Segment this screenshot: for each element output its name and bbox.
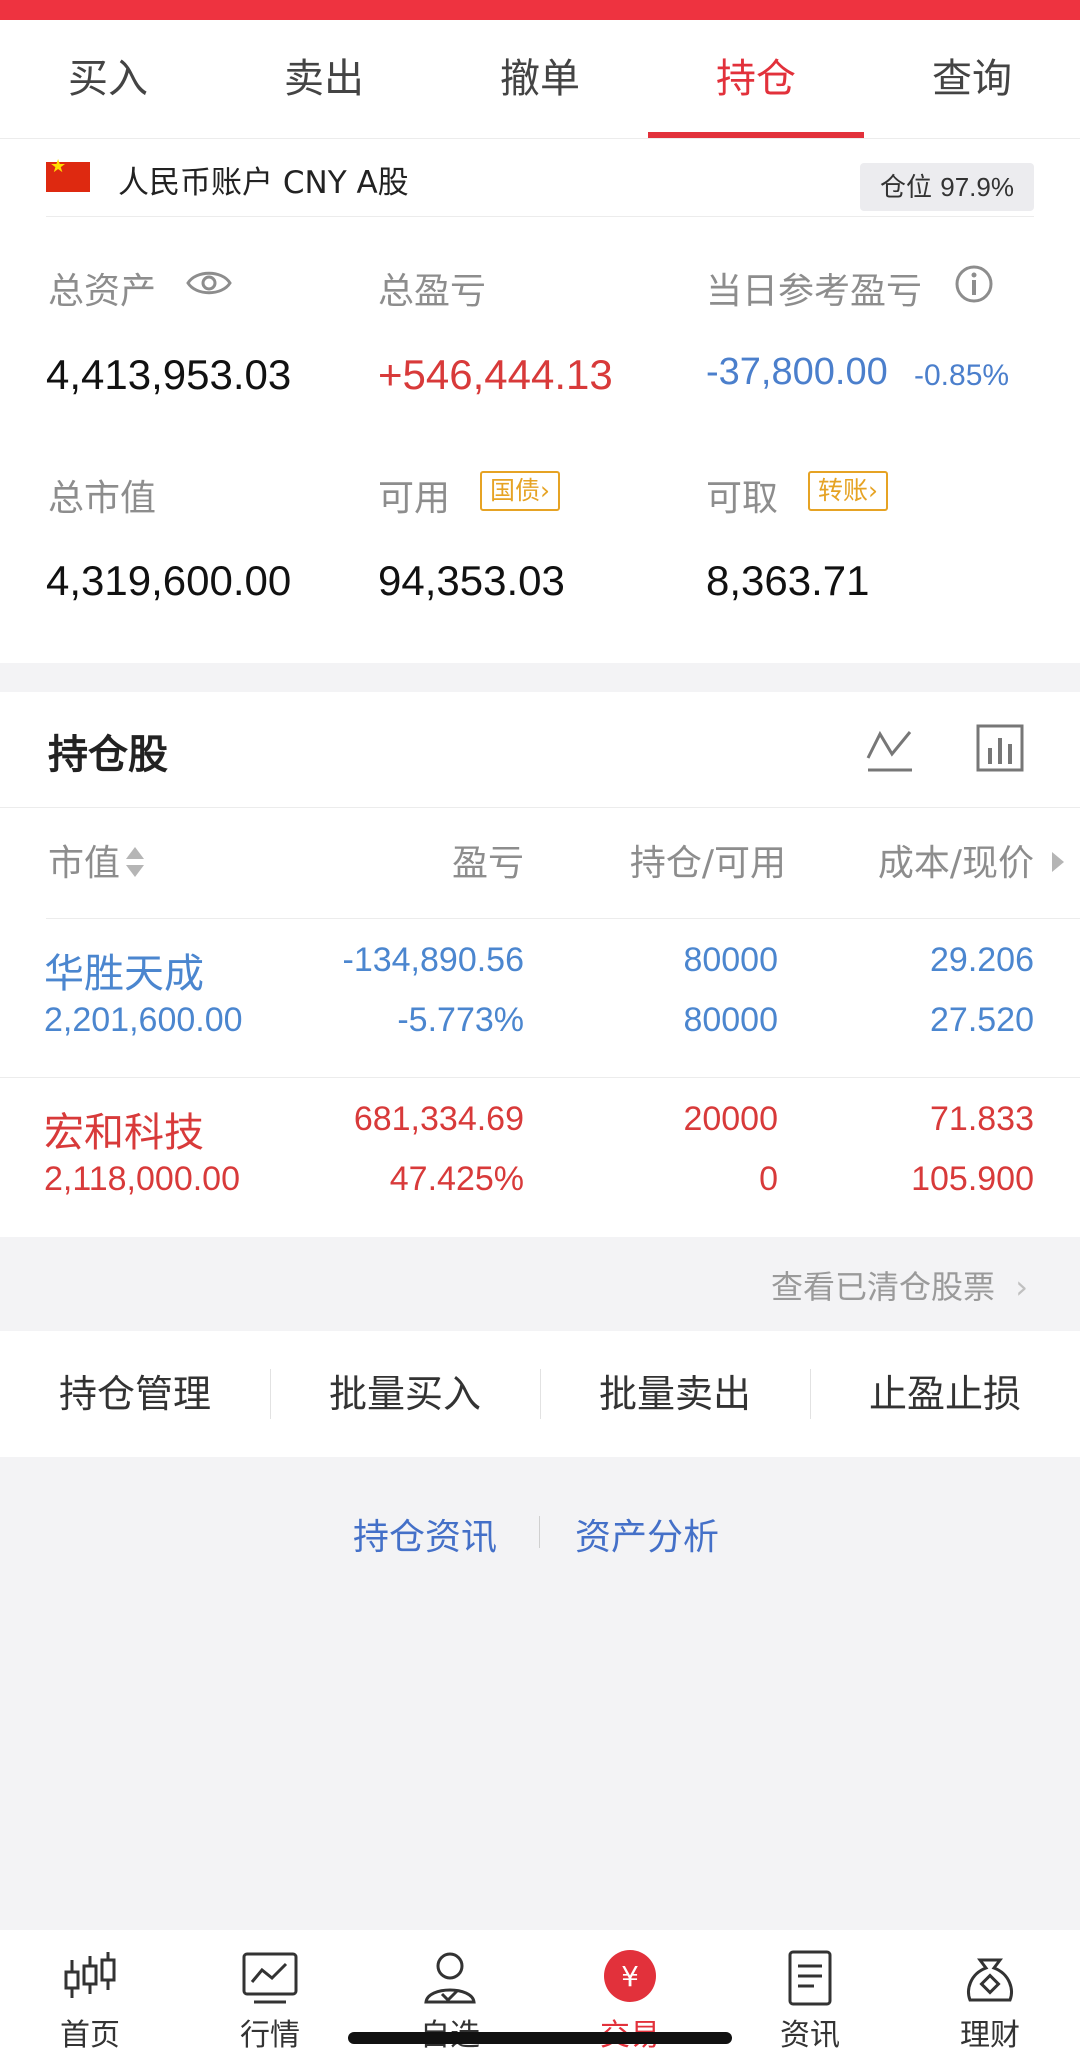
holdings-title: 持仓股 [48,732,168,778]
batch-sell-button[interactable]: 批量卖出 [540,1331,810,1457]
stock-price: 105.900 [911,1160,1034,1198]
withdrawable-value: 8,363.71 [706,557,870,604]
chart-monitor-icon [242,1952,298,2004]
nav-label: 资讯 [780,2018,840,2053]
nav-trade[interactable]: ¥ 交易 [540,1930,720,2067]
nav-label: 首页 [60,2018,120,2053]
treasury-bond-label: 国债 [490,476,541,505]
stock-pnl-percent: 47.425% [389,1160,524,1198]
stock-cost: 71.833 [930,1100,1034,1138]
info-icon[interactable] [954,264,994,304]
account-name[interactable]: 人民币账户 CNY A股 [118,157,409,202]
available-value: 94,353.03 [378,557,565,604]
view-cleared-stocks-link[interactable]: 查看已清仓股票 › [771,1262,1028,1308]
stock-available: 0 [759,1160,778,1198]
user-check-icon [424,1952,476,2004]
trend-chart-icon[interactable] [864,724,916,776]
stock-position: 80000 [683,941,778,979]
bar-chart-icon[interactable] [974,722,1026,774]
daily-pnl-value: -37,800.00 [706,351,888,393]
holding-actions: 持仓管理 批量买入 批量卖出 止盈止损 [0,1331,1080,1457]
holding-row[interactable]: 宏和科技 2,118,000.00 681,334.69 47.425% 200… [0,1078,1080,1236]
divider [0,807,1080,808]
chevron-right-icon: › [868,476,879,505]
stock-price: 27.520 [930,1001,1034,1039]
nav-market[interactable]: 行情 [180,1930,360,2067]
tab-query[interactable]: 查询 [864,20,1080,138]
nav-news[interactable]: 资讯 [720,1930,900,2067]
stock-name: 华胜天成 [44,951,204,997]
bottom-navigation: 首页 行情 自选 ¥ 交易 资讯 [0,1930,1080,2067]
divider [539,1516,540,1548]
document-icon [788,1950,832,2006]
available-label: 可用 [378,478,451,519]
divider [46,216,1034,217]
total-pnl-value: +546,444.13 [378,351,613,398]
position-ratio-label: 仓位 [879,173,932,203]
nav-wealth[interactable]: 理财 [900,1930,1080,2067]
svg-text:¥: ¥ [621,1960,639,1993]
column-header-cost-price[interactable]: 成本/现价 [820,834,1034,886]
account-summary: ★ 人民币账户 CNY A股 仓位 97.9% 总资产 4,413,953.03… [0,139,1080,663]
market-value-value: 4,319,600.00 [46,557,292,604]
daily-pnl-percent: -0.85% [914,359,1010,392]
stock-market-value: 2,201,600.00 [44,1001,243,1039]
stop-profit-loss-button[interactable]: 止盈止损 [810,1331,1080,1457]
column-header-market-value[interactable]: 市值 [48,834,146,886]
batch-buy-button[interactable]: 批量买入 [270,1331,540,1457]
eye-icon[interactable] [186,266,232,300]
stock-name: 宏和科技 [44,1110,204,1156]
candlestick-icon [64,1952,116,1998]
holdings-panel: 持仓股 市值 盈亏 持仓/可用 成本/现价 华胜天成 2,201,600.00 … [0,692,1080,1237]
holding-news-link[interactable]: 持仓资讯 [353,1508,497,1560]
position-ratio-value: 97.9% [940,172,1014,202]
tab-cancel-order[interactable]: 撤单 [432,20,648,138]
chevron-right-icon: › [540,476,551,505]
scroll-right-icon[interactable] [1050,850,1066,874]
nav-label: 理财 [960,2018,1020,2053]
asset-analysis-link[interactable]: 资产分析 [575,1508,719,1560]
yen-coin-icon: ¥ [604,1950,656,2002]
holding-row[interactable]: 华胜天成 2,201,600.00 -134,890.56 -5.773% 80… [0,919,1080,1077]
view-cleared-stocks-label: 查看已清仓股票 [771,1268,996,1306]
sort-icon [126,847,145,877]
nav-watchlist[interactable]: 自选 [360,1930,540,2067]
stock-market-value: 2,118,000.00 [44,1160,240,1198]
transfer-label: 转账 [818,476,869,505]
total-pnl-label: 总盈亏 [378,271,487,312]
transfer-button[interactable]: 转账› [808,471,889,511]
stock-position: 20000 [683,1100,778,1138]
position-management-button[interactable]: 持仓管理 [0,1331,270,1457]
active-tab-indicator [648,132,864,138]
stock-pnl: -134,890.56 [342,941,525,979]
column-header-position-available[interactable]: 持仓/可用 [580,834,786,886]
china-flag-icon: ★ [46,158,90,192]
home-indicator[interactable] [348,2032,732,2044]
stock-pnl: 681,334.69 [353,1100,524,1138]
nav-label: 行情 [240,2018,300,2053]
stock-pnl-percent: -5.773% [397,1001,524,1039]
tab-sell[interactable]: 卖出 [216,20,432,138]
total-assets-value: 4,413,953.03 [46,351,292,398]
total-assets-label: 总资产 [48,271,157,312]
daily-pnl-label: 当日参考盈亏 [706,271,923,312]
stock-available: 80000 [683,1001,778,1039]
stock-cost: 29.206 [930,941,1034,979]
tab-positions[interactable]: 持仓 [648,20,864,138]
trade-tabs: 买入 卖出 撤单 持仓 查询 [0,20,1080,139]
withdrawable-label: 可取 [706,478,779,519]
chevron-right-icon: › [1015,1268,1028,1306]
treasury-bond-button[interactable]: 国债› [480,471,561,511]
column-header-market-value-label: 市值 [48,843,121,884]
market-value-label: 总市值 [48,478,157,519]
status-bar-accent [0,0,1080,20]
position-ratio-badge: 仓位 97.9% [860,163,1034,211]
tab-buy[interactable]: 买入 [0,20,216,138]
money-bag-icon [967,1958,1013,2002]
column-header-pnl[interactable]: 盈亏 [300,834,524,886]
nav-home[interactable]: 首页 [0,1930,180,2067]
